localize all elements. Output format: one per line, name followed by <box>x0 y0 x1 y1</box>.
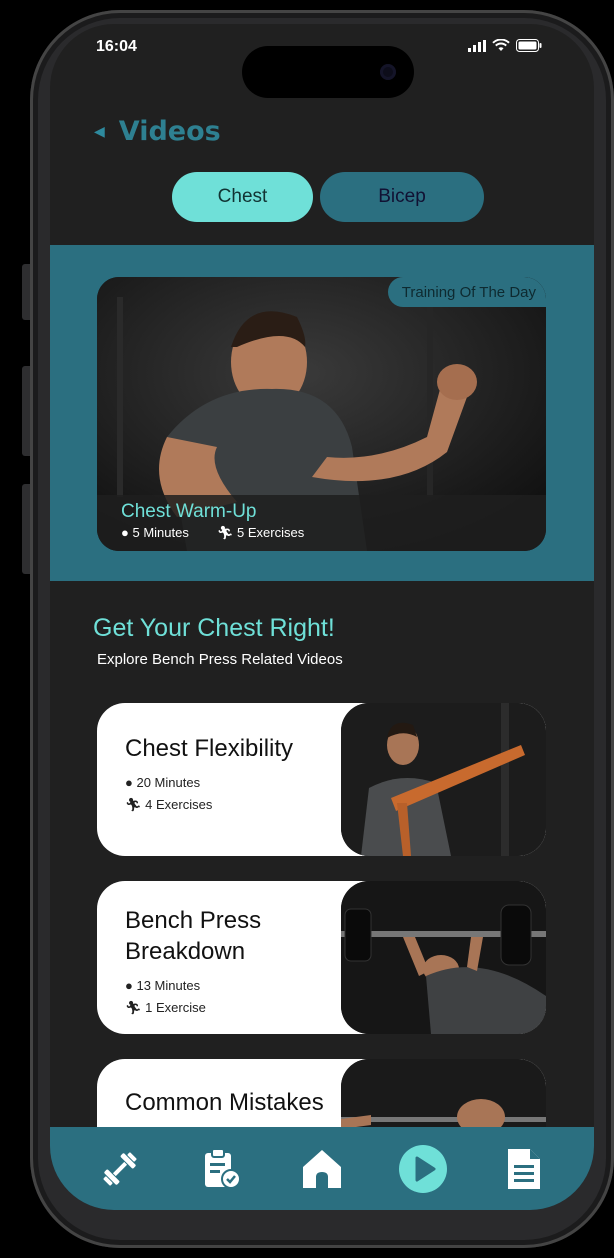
featured-duration-text: 5 Minutes <box>132 525 189 540</box>
clock-icon: ● <box>125 978 133 993</box>
featured-exercises: 🏃︎ 5 Exercises <box>217 525 304 541</box>
app-screen: 16:04 ◀ Videos Chest Bicep Training Of T… <box>50 24 594 1210</box>
video-exercises: 🏃︎ 4 Exercises <box>125 794 345 816</box>
status-bar: 16:04 <box>50 24 594 98</box>
page-title: Videos <box>118 116 221 147</box>
nav-plans[interactable] <box>196 1144 246 1194</box>
video-title: Common Mistakes <box>125 1089 324 1116</box>
video-meta: ● 20 Minutes 🏃︎ 4 Exercises <box>125 772 345 816</box>
featured-video-info: Chest Warm-Up ● 5 Minutes 🏃︎ 5 Exercises <box>97 495 546 551</box>
battery-icon <box>516 39 542 52</box>
video-thumbnail <box>341 881 546 1034</box>
document-icon <box>507 1148 540 1189</box>
volume-up-button <box>22 366 30 456</box>
clock-icon: ● <box>125 775 133 790</box>
video-meta: ● 13 Minutes 🏃︎ 1 Exercise <box>125 975 345 1019</box>
section-subtitle: Explore Bench Press Related Videos <box>97 651 343 668</box>
camera-icon <box>380 64 396 80</box>
video-card-text: Common Mistakes <box>125 1087 345 1118</box>
runner-icon: 🏃︎ <box>125 797 142 812</box>
training-of-the-day-badge: Training Of The Day <box>387 277 546 307</box>
tab-chest[interactable]: Chest <box>172 172 313 222</box>
runner-icon: 🏃︎ <box>216 525 234 540</box>
tab-bicep[interactable]: Bicep <box>320 172 484 222</box>
nav-videos[interactable] <box>398 1144 448 1194</box>
bottom-nav <box>50 1127 594 1210</box>
featured-duration: ● 5 Minutes <box>121 525 189 541</box>
play-circle-icon <box>398 1144 447 1193</box>
featured-video-meta: ● 5 Minutes 🏃︎ 5 Exercises <box>121 525 522 541</box>
video-card-bench-press-breakdown[interactable]: Bench Press Breakdown ● 13 Minutes 🏃︎ 1 … <box>97 881 546 1034</box>
chevron-left-icon[interactable]: ◀ <box>94 124 105 140</box>
video-thumbnail <box>341 703 546 856</box>
video-duration: ● 13 Minutes <box>125 975 345 997</box>
clipboard-check-icon <box>205 1147 242 1189</box>
silent-switch <box>22 264 30 320</box>
video-title: Chest Flexibility <box>125 735 294 762</box>
video-exercises-text: 1 Exercise <box>145 1000 206 1015</box>
video-card-text: Chest Flexibility ● 20 Minutes 🏃︎ 4 Exer… <box>125 733 345 816</box>
video-card-chest-flexibility[interactable]: Chest Flexibility ● 20 Minutes 🏃︎ 4 Exer… <box>97 703 546 856</box>
video-duration: ● 20 Minutes <box>125 772 345 794</box>
wifi-icon <box>492 39 510 51</box>
featured-video-card[interactable]: Training Of The Day Chest Warm-Up ● 5 Mi… <box>97 277 546 551</box>
nav-home[interactable] <box>297 1144 347 1194</box>
video-exercises-text: 4 Exercises <box>145 797 213 812</box>
video-duration-text: 13 Minutes <box>136 978 201 993</box>
status-icons <box>468 39 542 52</box>
clock-icon: ● <box>121 525 129 540</box>
page-header: ◀ Videos <box>94 116 221 147</box>
status-time: 16:04 <box>96 38 137 55</box>
dynamic-island <box>242 46 414 98</box>
nav-documents[interactable] <box>499 1144 549 1194</box>
video-card-text: Bench Press Breakdown ● 13 Minutes 🏃︎ 1 … <box>125 905 345 1019</box>
featured-video-title: Chest Warm-Up <box>121 501 257 522</box>
section-title: Get Your Chest Right! <box>93 614 335 642</box>
video-exercises: 🏃︎ 1 Exercise <box>125 997 345 1019</box>
featured-exercises-text: 5 Exercises <box>237 525 305 540</box>
video-duration-text: 20 Minutes <box>136 775 201 790</box>
nav-workouts[interactable] <box>95 1144 145 1194</box>
volume-down-button <box>22 484 30 574</box>
category-tabs: Chest Bicep <box>172 172 484 222</box>
video-title: Bench Press Breakdown <box>125 907 262 965</box>
signal-icon <box>468 39 486 52</box>
dumbbell-icon <box>103 1151 137 1186</box>
home-icon <box>302 1149 341 1188</box>
runner-icon: 🏃︎ <box>125 1000 142 1015</box>
